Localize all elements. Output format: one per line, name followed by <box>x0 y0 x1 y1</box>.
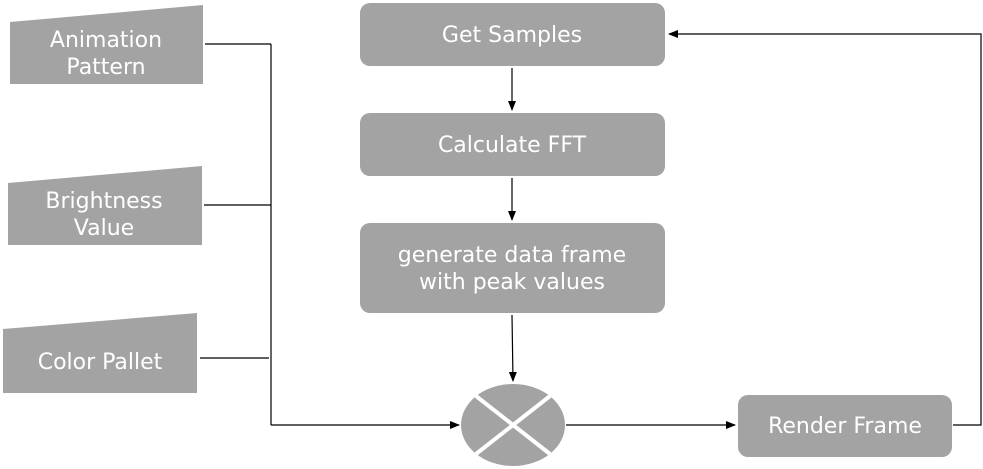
color-pallet-input: Color Pallet <box>3 313 197 393</box>
brightness-value-input: Brightness Value <box>8 166 202 245</box>
feedback-loop-connector <box>668 30 982 426</box>
get-samples-box: Get Samples <box>360 3 665 66</box>
calculate-fft-label: Calculate FFT <box>438 133 587 158</box>
get-samples-label: Get Samples <box>442 23 582 48</box>
color-pallet-label: Color Pallet <box>38 350 163 375</box>
render-frame-box: Render Frame <box>738 395 952 457</box>
animation-pattern-input: Animation Pattern <box>10 5 203 84</box>
generate-data-frame-label-line-2: with peak values <box>419 270 605 295</box>
generate-data-frame-box: generate data frame with peak values <box>360 223 665 313</box>
animation-pattern-label-line-2: Pattern <box>66 55 145 80</box>
render-to-get-samples-arrow <box>668 30 982 426</box>
brightness-value-label-line-2: Value <box>74 216 134 241</box>
animation-pattern-label-line-1: Animation <box>50 28 162 53</box>
summing-junction-icon <box>461 384 565 466</box>
flow-diagram: Animation Pattern Brightness Value Color… <box>3 3 982 466</box>
generate-data-frame-label-line-1: generate data frame <box>398 243 626 268</box>
generate-to-junction-arrow <box>508 314 517 382</box>
brightness-value-label-line-1: Brightness <box>45 189 162 214</box>
calculate-fft-box: Calculate FFT <box>360 113 665 176</box>
render-frame-label: Render Frame <box>768 414 922 439</box>
